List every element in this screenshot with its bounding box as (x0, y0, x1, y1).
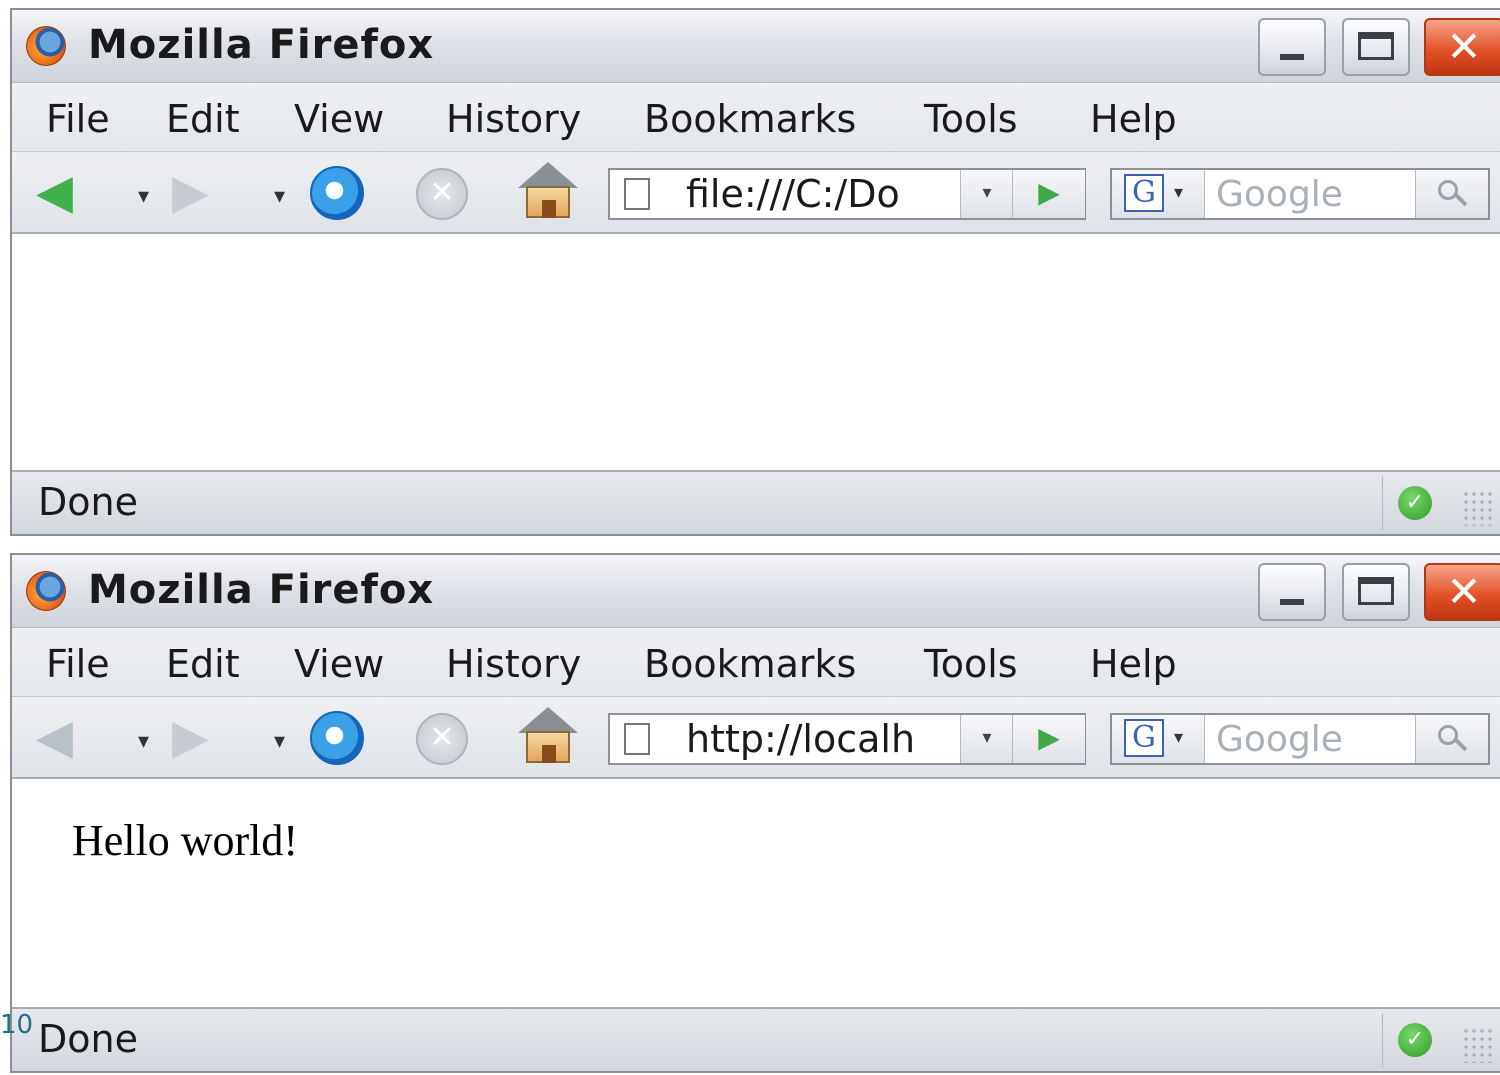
status-bar: Done ✓ (12, 1007, 1500, 1071)
title-bar[interactable]: Mozilla Firefox ✕ (12, 10, 1500, 83)
menu-edit[interactable]: Edit (166, 642, 240, 686)
url-text[interactable]: http://localh (686, 717, 915, 761)
search-input[interactable]: Google (1216, 174, 1343, 215)
maximize-icon (1358, 577, 1394, 605)
menu-view[interactable]: View (294, 97, 384, 141)
maximize-icon (1358, 32, 1394, 60)
title-bar[interactable]: Mozilla Firefox ✕ (12, 555, 1500, 628)
page-text: Hello world! (72, 816, 299, 865)
stop-icon[interactable]: ✕ (416, 168, 468, 220)
forward-arrow-icon[interactable]: ▶ (172, 713, 209, 761)
menu-bookmarks[interactable]: Bookmarks (644, 97, 856, 141)
close-icon: ✕ (1446, 567, 1482, 616)
firefox-logo-icon (26, 26, 66, 66)
menu-history[interactable]: History (446, 642, 581, 686)
google-engine-icon: G (1124, 174, 1164, 212)
search-bar[interactable]: G ▾ Google (1110, 168, 1490, 220)
forward-history-dropdown-icon[interactable]: ▾ (274, 184, 285, 209)
home-icon[interactable] (516, 707, 580, 767)
url-dropdown-icon[interactable]: ▾ (960, 715, 1013, 763)
back-history-dropdown-icon[interactable]: ▾ (138, 729, 149, 754)
status-text: Done (38, 1017, 138, 1061)
page-icon (624, 178, 650, 210)
back-arrow-icon[interactable]: ◀ (36, 713, 73, 761)
maximize-button[interactable] (1342, 18, 1410, 76)
status-text: Done (38, 480, 138, 524)
go-button[interactable]: ▶ (1012, 715, 1085, 763)
minimize-icon (1280, 599, 1304, 605)
url-dropdown-icon[interactable]: ▾ (960, 170, 1013, 218)
search-engine-selector[interactable]: G ▾ (1112, 170, 1205, 218)
menu-bar: File Edit View History Bookmarks Tools H… (12, 628, 1500, 697)
home-icon[interactable] (516, 162, 580, 222)
menu-help[interactable]: Help (1090, 97, 1177, 141)
search-button[interactable] (1415, 170, 1488, 218)
search-input[interactable]: Google (1216, 719, 1343, 760)
page-content: Hello world! (12, 779, 1500, 1019)
menu-bookmarks[interactable]: Bookmarks (644, 642, 856, 686)
close-button[interactable]: ✕ (1424, 18, 1500, 76)
window-title: Mozilla Firefox (88, 22, 435, 68)
resize-grip-icon[interactable] (1462, 490, 1492, 526)
page-content (12, 234, 1500, 474)
resize-grip-icon[interactable] (1462, 1027, 1492, 1063)
maximize-button[interactable] (1342, 563, 1410, 621)
search-button[interactable] (1415, 715, 1488, 763)
slide-number: 10 (0, 1010, 34, 1040)
status-bar: Done ✓ (12, 470, 1500, 534)
menu-file[interactable]: File (46, 97, 110, 141)
url-text[interactable]: file:///C:/Do (686, 172, 900, 216)
window-title: Mozilla Firefox (88, 567, 435, 613)
menu-history[interactable]: History (446, 97, 581, 141)
menu-bar: File Edit View History Bookmarks Tools H… (12, 83, 1500, 152)
reload-icon[interactable] (310, 166, 364, 220)
menu-tools[interactable]: Tools (924, 97, 1018, 141)
menu-view[interactable]: View (294, 642, 384, 686)
menu-file[interactable]: File (46, 642, 110, 686)
status-ok-icon: ✓ (1398, 1023, 1432, 1057)
engine-dropdown-icon: ▾ (1174, 727, 1184, 748)
google-engine-icon: G (1124, 719, 1164, 757)
firefox-window-1: Mozilla Firefox ✕ File Edit View History… (10, 8, 1500, 536)
status-ok-icon: ✓ (1398, 486, 1432, 520)
go-button[interactable]: ▶ (1012, 170, 1085, 218)
menu-help[interactable]: Help (1090, 642, 1177, 686)
stop-icon[interactable]: ✕ (416, 713, 468, 765)
back-history-dropdown-icon[interactable]: ▾ (138, 184, 149, 209)
navigation-toolbar: ◀ ▾ ▶ ▾ ✕ file:///C:/Do ▾ ▶ G ▾ Google (12, 152, 1500, 234)
forward-arrow-icon[interactable]: ▶ (172, 168, 209, 216)
close-icon: ✕ (1446, 22, 1482, 71)
url-bar[interactable]: file:///C:/Do ▾ ▶ (608, 168, 1086, 220)
forward-history-dropdown-icon[interactable]: ▾ (274, 729, 285, 754)
engine-dropdown-icon: ▾ (1174, 182, 1184, 203)
navigation-toolbar: ◀ ▾ ▶ ▾ ✕ http://localh ▾ ▶ G ▾ Google (12, 697, 1500, 779)
search-bar[interactable]: G ▾ Google (1110, 713, 1490, 765)
reload-icon[interactable] (310, 711, 364, 765)
minimize-button[interactable] (1258, 563, 1326, 621)
close-button[interactable]: ✕ (1424, 563, 1500, 621)
menu-edit[interactable]: Edit (166, 97, 240, 141)
menu-tools[interactable]: Tools (924, 642, 1018, 686)
minimize-button[interactable] (1258, 18, 1326, 76)
back-arrow-icon[interactable]: ◀ (36, 168, 73, 216)
url-bar[interactable]: http://localh ▾ ▶ (608, 713, 1086, 765)
minimize-icon (1280, 54, 1304, 60)
firefox-logo-icon (26, 571, 66, 611)
firefox-window-2: Mozilla Firefox ✕ File Edit View History… (10, 553, 1500, 1073)
search-engine-selector[interactable]: G ▾ (1112, 715, 1205, 763)
page-icon (624, 723, 650, 755)
